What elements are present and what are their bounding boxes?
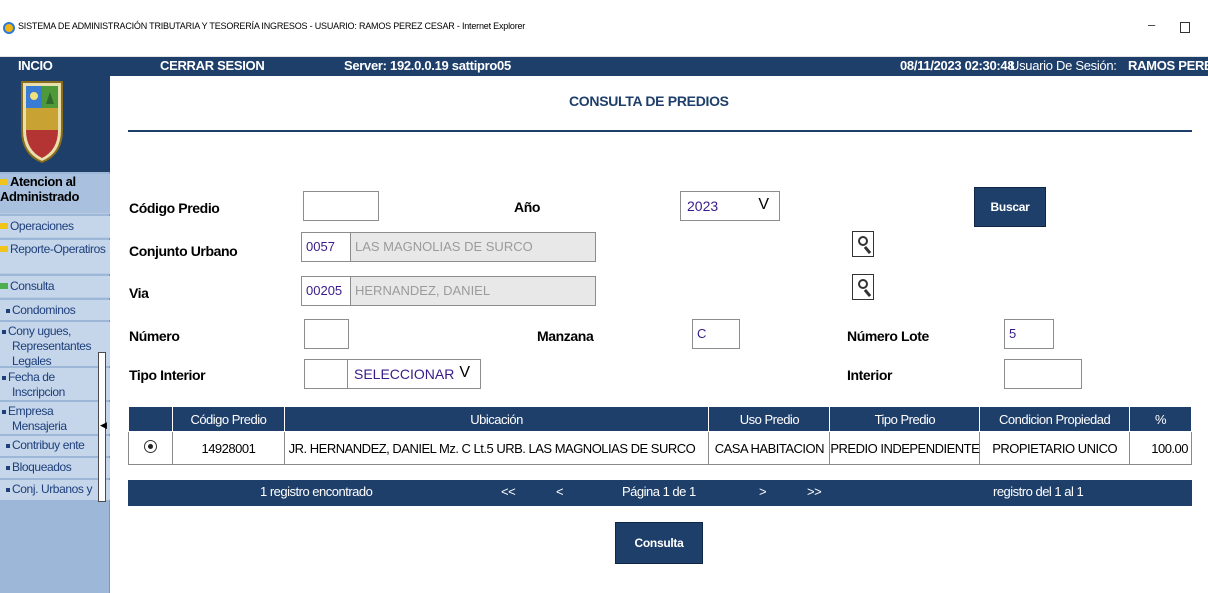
prev-page-link[interactable]: <: [556, 484, 564, 499]
dot-bullet-icon: [2, 376, 6, 380]
column-header-uso: Uso Predio: [708, 406, 831, 432]
manzana-label: Manzana: [537, 328, 594, 344]
tipo-cell: PREDIO INDEPENDIENTE: [829, 431, 981, 465]
session-user-label: Usuario De Sesión:: [1010, 58, 1117, 73]
dot-bullet-icon: [2, 410, 6, 414]
minimize-button[interactable]: –: [1148, 17, 1155, 32]
server-info: Server: 192.0.0.19 sattipro05: [344, 58, 511, 73]
page-indicator: Página 1 de 1: [622, 484, 696, 499]
window-titlebar: SISTEMA DE ADMINISTRACIÓN TRIBUTARIA Y T…: [0, 0, 1208, 57]
sidebar-item-contribuyente[interactable]: Contribuy ente: [0, 436, 110, 456]
first-page-link[interactable]: <<: [501, 484, 516, 499]
column-header-ubicacion: Ubicación: [283, 406, 710, 432]
column-header-condicion: Condicion Propiedad: [979, 406, 1130, 432]
dot-bullet-icon: [6, 488, 10, 492]
window-title: SISTEMA DE ADMINISTRACIÓN TRIBUTARIA Y T…: [18, 21, 526, 31]
table-pager: 1 registro encontrado << < Página 1 de 1…: [128, 480, 1192, 506]
via-code-input[interactable]: 00205: [301, 276, 351, 306]
numero-label: Número: [129, 328, 180, 344]
internet-explorer-icon: [3, 22, 15, 34]
via-label: Via: [129, 285, 149, 301]
interior-input[interactable]: [1004, 359, 1082, 389]
sidebar: Atencion al Administrado Operaciones Rep…: [0, 76, 110, 593]
row-select-cell[interactable]: [127, 431, 174, 465]
sidebar-item-conyugues[interactable]: Cony ugues, Representantes Legales: [0, 322, 110, 368]
yellow-bullet-icon: [0, 246, 8, 252]
dot-bullet-icon: [6, 309, 10, 313]
sidebar-item-condominos[interactable]: Condominos: [0, 300, 110, 320]
column-header-tipo: Tipo Predio: [829, 406, 981, 432]
chevron-down-icon: V: [459, 364, 470, 381]
session-user-name: RAMOS PEREZ CESAR: [1128, 58, 1208, 73]
numero-lote-input[interactable]: 5: [1004, 319, 1054, 349]
results-table: Código Predio Ubicación Uso Predio Tipo …: [127, 406, 1192, 465]
sidebar-item-empresa-mensajeria[interactable]: Empresa Mensajeria: [0, 402, 110, 434]
conjunto-urbano-label: Conjunto Urbano: [129, 243, 238, 259]
dot-bullet-icon: [6, 466, 10, 470]
conjunto-urbano-name-field: LAS MAGNOLIAS DE SURCO: [350, 232, 596, 262]
top-nav-bar: INCIO CERRAR SESION Server: 192.0.0.19 s…: [0, 57, 1208, 76]
column-header-porcentaje: %: [1129, 406, 1192, 432]
sidebar-item-bloqueados[interactable]: Bloqueados: [0, 458, 110, 478]
yellow-bullet-icon: [0, 179, 8, 185]
green-bullet-icon: [0, 283, 8, 289]
numero-input[interactable]: [304, 319, 349, 349]
yellow-bullet-icon: [0, 223, 8, 229]
numero-lote-label: Número Lote: [847, 328, 929, 344]
condicion-cell: PROPIETARIO UNICO: [979, 431, 1130, 465]
cerrar-sesion-link[interactable]: CERRAR SESION: [160, 58, 265, 73]
tipo-interior-code-input[interactable]: [304, 359, 349, 389]
anio-label: Año: [514, 199, 541, 215]
page-title: CONSULTA DE PREDIOS: [569, 93, 729, 109]
magnifier-search-icon[interactable]: [852, 274, 874, 300]
dot-bullet-icon: [6, 444, 10, 448]
porcentaje-cell: 100.00: [1129, 431, 1192, 465]
session-datetime: 08/11/2023 02:30:48: [900, 58, 1015, 73]
column-header-select: [127, 406, 174, 432]
sidebar-item-conj-urbanos[interactable]: Conj. Urbanos y: [0, 480, 110, 500]
sidebar-item-reporte-operativos[interactable]: Reporte-Operatiros: [0, 240, 110, 274]
inicio-link[interactable]: INCIO: [18, 58, 53, 73]
consulta-button[interactable]: Consulta: [615, 522, 703, 564]
dot-bullet-icon: [2, 330, 6, 334]
sidebar-item-fecha-inscripcion[interactable]: Fecha de Inscripcion: [0, 368, 110, 400]
municipal-coat-of-arms-logo: [21, 81, 63, 164]
manzana-input[interactable]: C: [692, 319, 740, 349]
table-row[interactable]: 14928001 JR. HERNANDEZ, DANIEL Mz. C Lt.…: [127, 431, 1192, 465]
records-range-text: registro del 1 al 1: [993, 484, 1084, 499]
anio-select[interactable]: 2023 V: [680, 191, 780, 221]
tipo-interior-label: Tipo Interior: [129, 367, 206, 383]
radio-selected-icon[interactable]: [144, 440, 158, 453]
via-name-field: HERNANDEZ, DANIEL: [350, 276, 596, 306]
tipo-interior-select[interactable]: SELECCIONAR V: [347, 359, 481, 389]
uso-cell: CASA HABITACION: [708, 431, 831, 465]
buscar-button[interactable]: Buscar: [974, 187, 1046, 227]
codigo-predio-label: Código Predio: [129, 200, 220, 216]
codigo-predio-input[interactable]: [303, 191, 379, 221]
sidebar-item-consulta[interactable]: Consulta: [0, 276, 110, 298]
interior-label: Interior: [847, 367, 893, 383]
chevron-down-icon: V: [758, 196, 769, 213]
last-page-link[interactable]: >>: [807, 484, 822, 499]
conjunto-urbano-code-input[interactable]: 0057: [301, 232, 351, 262]
column-header-codigo: Código Predio: [172, 406, 285, 432]
magnifier-search-icon[interactable]: [852, 231, 874, 257]
records-found-text: 1 registro encontrado: [260, 484, 373, 499]
title-divider: [128, 130, 1192, 132]
ubicacion-cell: JR. HERNANDEZ, DANIEL Mz. C Lt.5 URB. LA…: [283, 431, 710, 465]
next-page-link[interactable]: >: [759, 484, 767, 499]
collapse-arrow-icon[interactable]: ◀: [100, 420, 107, 431]
sidebar-item-atencion[interactable]: Atencion al Administrado: [0, 174, 110, 214]
maximize-button[interactable]: [1180, 22, 1190, 33]
sidebar-item-operaciones[interactable]: Operaciones: [0, 216, 110, 238]
table-header-row: Código Predio Ubicación Uso Predio Tipo …: [127, 406, 1192, 432]
codigo-cell: 14928001: [172, 431, 285, 465]
logo-area: [0, 76, 110, 172]
